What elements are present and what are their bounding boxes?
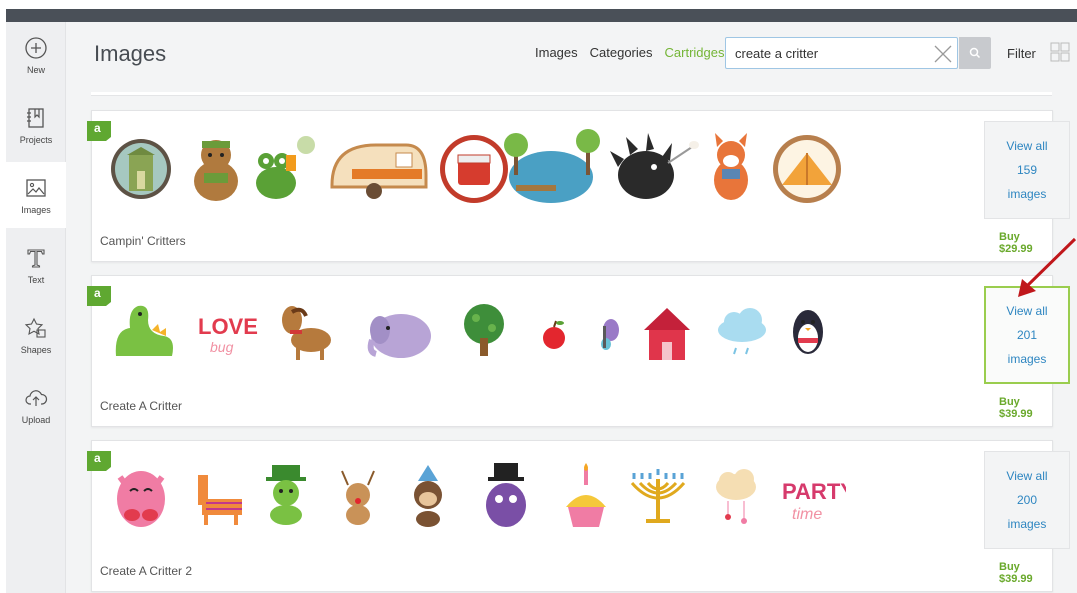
cloud-upload-icon [25, 390, 48, 406]
top-nav: Images Categories Cartridges [535, 45, 724, 60]
leprechaun-image[interactable] [266, 465, 306, 525]
sidebar-item-projects[interactable]: Projects [6, 92, 66, 158]
penguin-image[interactable] [793, 310, 823, 354]
view-all-button[interactable]: View all 200 images [984, 451, 1070, 549]
monkey-image[interactable] [414, 465, 442, 527]
sidebar-label: Images [21, 205, 51, 215]
house-image[interactable] [644, 308, 690, 360]
cartridge-name: Create A Critter 2 [100, 564, 193, 578]
filter-button[interactable]: Filter [1007, 46, 1036, 61]
previous-card-edge [91, 92, 1052, 96]
cloud-image[interactable] [718, 308, 766, 355]
image-count: 200 [1016, 493, 1038, 507]
badge-letter: a [94, 451, 101, 465]
reindeer-image[interactable] [341, 470, 375, 525]
sidebar: New Projects Images Text Shapes Upload [6, 22, 66, 593]
plus-circle-icon [25, 37, 47, 59]
images-label: images [1007, 352, 1047, 366]
grid-view-icon[interactable] [1050, 42, 1070, 62]
page-title: Images [94, 41, 167, 66]
menorah-image[interactable] [630, 469, 686, 523]
cartridge-card-campin-critters[interactable]: a Campin' Critters View all 159 images B… [87, 110, 1070, 262]
tree-image[interactable] [464, 304, 504, 356]
love-bug-image[interactable]: LOVEbug [198, 314, 258, 355]
images-label: images [1007, 187, 1047, 201]
sidebar-item-images[interactable]: Images [6, 162, 66, 228]
love-text: LOVE [198, 314, 258, 339]
horse-image[interactable] [282, 306, 331, 360]
nav-categories[interactable]: Categories [590, 45, 653, 60]
badge-letter: a [94, 121, 101, 135]
camper-image[interactable] [330, 143, 428, 199]
elephant-image[interactable] [367, 314, 431, 358]
view-all-button[interactable]: View all 159 images [984, 121, 1070, 219]
owl-image[interactable] [117, 471, 165, 527]
sidebar-label: Shapes [20, 345, 52, 355]
image-count: 201 [1016, 328, 1038, 342]
dinosaur-image[interactable] [115, 305, 173, 356]
notebook-icon [27, 108, 44, 128]
image-thumbnails [111, 129, 841, 203]
party-time-image[interactable]: PARTY time [782, 479, 846, 523]
view-all-label: View all [1006, 139, 1048, 153]
sidebar-label: Upload [21, 415, 51, 425]
sidebar-item-text[interactable]: Text [6, 232, 66, 298]
cartridge-name: Create A Critter [100, 399, 183, 413]
apple-image[interactable] [543, 320, 565, 349]
search-box [725, 37, 958, 69]
shapes-icon [24, 317, 46, 338]
butterfly-image[interactable] [601, 319, 619, 350]
top-bar [6, 9, 1077, 22]
cooler-image[interactable] [440, 135, 508, 203]
search-input[interactable] [735, 44, 925, 62]
llama-image[interactable] [198, 475, 242, 525]
image-thumbnails: LOVEbug [115, 304, 823, 360]
frog-image[interactable] [256, 136, 315, 199]
sidebar-item-shapes[interactable]: Shapes [6, 302, 66, 368]
buy-link[interactable]: Buy $39.99 [999, 396, 1052, 420]
sidebar-item-new[interactable]: New [6, 22, 66, 88]
nav-images[interactable]: Images [535, 45, 578, 60]
cartridge-card-create-a-critter[interactable]: a LOVE bug Create A Critter View all 201 … [87, 275, 1070, 427]
fox-image[interactable] [714, 133, 748, 200]
cartridge-card-create-a-critter-2[interactable]: a PARTY time Create A Critter 2 View all … [87, 440, 1070, 592]
image-count: 159 [1016, 163, 1038, 177]
cartridge-name: Campin' Critters [100, 234, 186, 248]
bear-scout-image[interactable] [194, 140, 238, 201]
clear-icon[interactable] [933, 44, 953, 64]
search-button[interactable] [959, 37, 991, 69]
red-arrow-annotation [1018, 237, 1077, 297]
badge-letter: a [94, 286, 101, 300]
bug-text: bug [210, 339, 234, 355]
images-label: images [1007, 517, 1047, 531]
image-icon [26, 179, 46, 197]
image-thumbnails: PARTY time [117, 463, 846, 527]
buy-link[interactable]: Buy $39.99 [999, 561, 1052, 585]
cupcake-image[interactable] [566, 463, 606, 527]
main-panel: Images Images Categories Cartridges Filt… [66, 22, 1077, 593]
nav-cartridges[interactable]: Cartridges [665, 45, 725, 60]
monster-image[interactable] [486, 463, 526, 527]
porcupine-image[interactable] [610, 133, 699, 199]
party-text: PARTY [782, 479, 846, 504]
view-all-label: View all [1006, 469, 1048, 483]
lake-trees-image[interactable] [504, 129, 600, 203]
sidebar-label: Text [27, 275, 45, 285]
outhouse-image[interactable] [111, 139, 171, 199]
cloud-hearts-image[interactable] [716, 469, 756, 524]
sidebar-item-upload[interactable]: Upload [6, 372, 66, 438]
search-icon [969, 47, 981, 59]
time-text: time [792, 506, 822, 523]
tent-image[interactable] [773, 135, 841, 203]
sidebar-label: New [26, 65, 45, 75]
sidebar-label: Projects [19, 135, 53, 145]
text-t-icon [27, 249, 45, 268]
